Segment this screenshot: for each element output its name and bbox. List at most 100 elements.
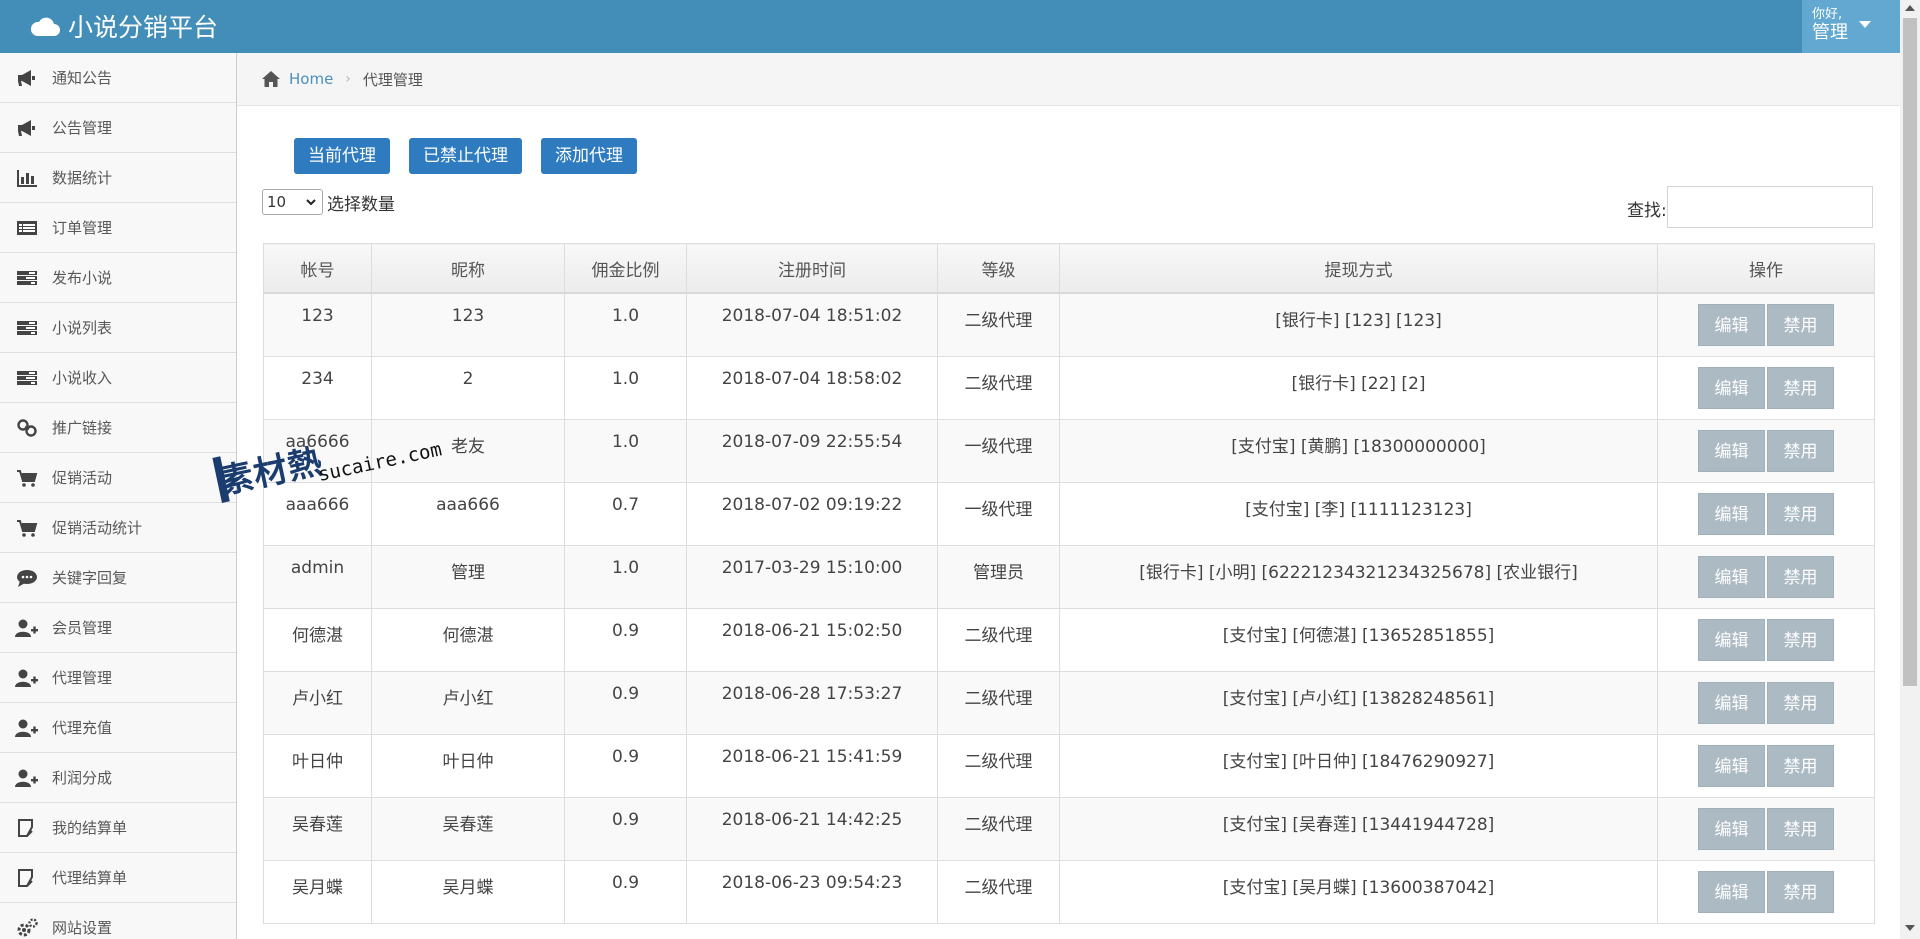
disable-button[interactable]: 禁用 [1767, 429, 1834, 472]
disable-button[interactable]: 禁用 [1767, 807, 1834, 850]
cart-icon [14, 517, 40, 539]
column-header[interactable]: 佣金比例 [564, 243, 687, 294]
table-cell: 何德湛 [371, 607, 565, 672]
sidebar-item-label: 代理管理 [52, 669, 113, 687]
sidebar-item[interactable]: 促销活动 [0, 453, 236, 503]
table-cell: 管理员 [937, 544, 1060, 609]
table-cell: 1.0 [564, 292, 687, 357]
table-row: 234 2 1.0 2018-07-04 18:58:02 二级代理 [银行卡] [22]… [263, 355, 1875, 420]
edit-button[interactable]: 编辑 [1698, 492, 1765, 535]
edit-button[interactable]: 编辑 [1698, 807, 1765, 850]
gears-icon [14, 917, 40, 939]
table-cell: 0.9 [564, 670, 687, 735]
disable-button[interactable]: 禁用 [1767, 304, 1834, 346]
add-agent-button[interactable]: 添加代理 [541, 138, 637, 174]
sidebar-item[interactable]: 小说列表 [0, 303, 236, 353]
column-header[interactable]: 等级 [937, 243, 1060, 294]
sidebar-item[interactable]: 代理管理 [0, 653, 236, 703]
search-input[interactable] [1667, 186, 1873, 228]
table-cell: 0.9 [564, 607, 687, 672]
column-header[interactable]: 注册时间 [686, 243, 938, 294]
disable-button[interactable]: 禁用 [1767, 744, 1834, 787]
banned-agents-button[interactable]: 已禁止代理 [409, 138, 522, 174]
edit-button[interactable]: 编辑 [1698, 555, 1765, 598]
disable-button[interactable]: 禁用 [1767, 492, 1834, 535]
table-cell: [银行卡] [小明] [62221234321234325678] [农业银行] [1059, 544, 1658, 609]
scroll-down-icon[interactable] [1905, 924, 1915, 932]
sidebar-item[interactable]: 订单管理 [0, 203, 236, 253]
column-header[interactable]: 提现方式 [1059, 243, 1658, 294]
agents-table: 帐号 昵称 佣金比例 注册时间 等级 提现方式 操作 123 123 1.0 2018-07-04… [263, 243, 1875, 924]
breadcrumb-home-link[interactable]: Home [289, 70, 333, 88]
user-name: 管理 [1812, 22, 1848, 43]
table-cell: 2018-06-21 14:42:25 [686, 796, 938, 861]
sidebar-item[interactable]: 发布小说 [0, 253, 236, 303]
current-agents-button[interactable]: 当前代理 [294, 138, 390, 174]
sidebar-item[interactable]: 利润分成 [0, 753, 236, 803]
row-actions: 编辑 禁用 [1657, 544, 1875, 609]
scroll-up-icon[interactable] [1905, 4, 1915, 12]
sidebar-item-label: 网站设置 [52, 919, 113, 937]
edit-button[interactable]: 编辑 [1698, 429, 1765, 472]
sidebar-item[interactable]: 代理充值 [0, 703, 236, 753]
edit-button[interactable]: 编辑 [1698, 618, 1765, 661]
table-cell: 1.0 [564, 544, 687, 609]
table-row: aa6666 老友 1.0 2018-07-09 22:55:54 一级代理 [支付宝] … [263, 418, 1875, 483]
sidebar-item-label: 推广链接 [52, 419, 113, 437]
page-length-select[interactable]: 10 [262, 189, 323, 215]
sidebar-item[interactable]: 会员管理 [0, 603, 236, 653]
disable-button[interactable]: 禁用 [1767, 555, 1834, 598]
column-header[interactable]: 操作 [1657, 243, 1875, 294]
row-actions: 编辑 禁用 [1657, 418, 1875, 483]
disable-button[interactable]: 禁用 [1767, 870, 1834, 913]
disable-button[interactable]: 禁用 [1767, 681, 1834, 724]
row-actions: 编辑 禁用 [1657, 607, 1875, 672]
sidebar-item[interactable]: 关键字回复 [0, 553, 236, 603]
disable-button[interactable]: 禁用 [1767, 366, 1834, 409]
scrollbar-thumb[interactable] [1903, 18, 1917, 686]
table-cell: [支付宝] [卢小红] [13828248561] [1059, 670, 1658, 735]
sidebar-item-label: 数据统计 [52, 169, 113, 187]
table-cell: [银行卡] [22] [2] [1059, 355, 1658, 420]
user-plus-icon [14, 767, 40, 789]
brand[interactable]: 小说分销平台 [30, 8, 218, 44]
sidebar-item[interactable]: 数据统计 [0, 153, 236, 203]
sidebar: 通知公告公告管理数据统计订单管理 发布小说 小说列表 小说收入推广链接促销活动促销活动… [0, 53, 237, 939]
sidebar-item[interactable]: 网站设置 [0, 903, 236, 939]
table-cell: 2 [371, 355, 565, 420]
table-cell: aaa666 [263, 481, 372, 546]
table-cell: 2017-03-29 15:10:00 [686, 544, 938, 609]
table-cell: 一级代理 [937, 481, 1060, 546]
edit-button[interactable]: 编辑 [1698, 870, 1765, 913]
table-cell: [支付宝] [李] [1111123123] [1059, 481, 1658, 546]
table-cell: 二级代理 [937, 733, 1060, 798]
sidebar-item[interactable]: 我的结算单 [0, 803, 236, 853]
table-cell: 一级代理 [937, 418, 1060, 483]
table-cell: aa6666 [263, 418, 372, 483]
sidebar-item[interactable]: 推广链接 [0, 403, 236, 453]
column-header[interactable]: 昵称 [371, 243, 565, 294]
sidebar-item-label: 公告管理 [52, 119, 113, 137]
top-navbar: 小说分销平台 你好, 管理 [0, 0, 1920, 53]
sidebar-item[interactable]: 代理结算单 [0, 853, 236, 903]
row-actions: 编辑 禁用 [1657, 796, 1875, 861]
sidebar-item[interactable]: 促销活动统计 [0, 503, 236, 553]
table-cell: 叶日仲 [263, 733, 372, 798]
sidebar-item-label: 代理结算单 [52, 869, 128, 887]
sidebar-item[interactable]: 小说收入 [0, 353, 236, 403]
edit-button[interactable]: 编辑 [1698, 744, 1765, 787]
table-cell: 吴月蝶 [371, 859, 565, 924]
breadcrumb: Home › 代理管理 [237, 53, 1900, 106]
sidebar-item[interactable]: 公告管理 [0, 103, 236, 153]
edit-button[interactable]: 编辑 [1698, 681, 1765, 724]
edit-button[interactable]: 编辑 [1698, 366, 1765, 409]
table-cell: 叶日仲 [371, 733, 565, 798]
column-header[interactable]: 帐号 [263, 243, 372, 294]
disable-button[interactable]: 禁用 [1767, 618, 1834, 661]
sidebar-item[interactable]: 通知公告 [0, 53, 236, 103]
sidebar-item-label: 促销活动 [52, 469, 113, 487]
table-row: 何德湛 何德湛 0.9 2018-06-21 15:02:50 二级代理 [支付宝] [何… [263, 607, 1875, 672]
edit-button[interactable]: 编辑 [1698, 304, 1765, 346]
table-cell: [支付宝] [吴春莲] [13441944728] [1059, 796, 1658, 861]
sidebar-item-label: 关键字回复 [52, 569, 128, 587]
